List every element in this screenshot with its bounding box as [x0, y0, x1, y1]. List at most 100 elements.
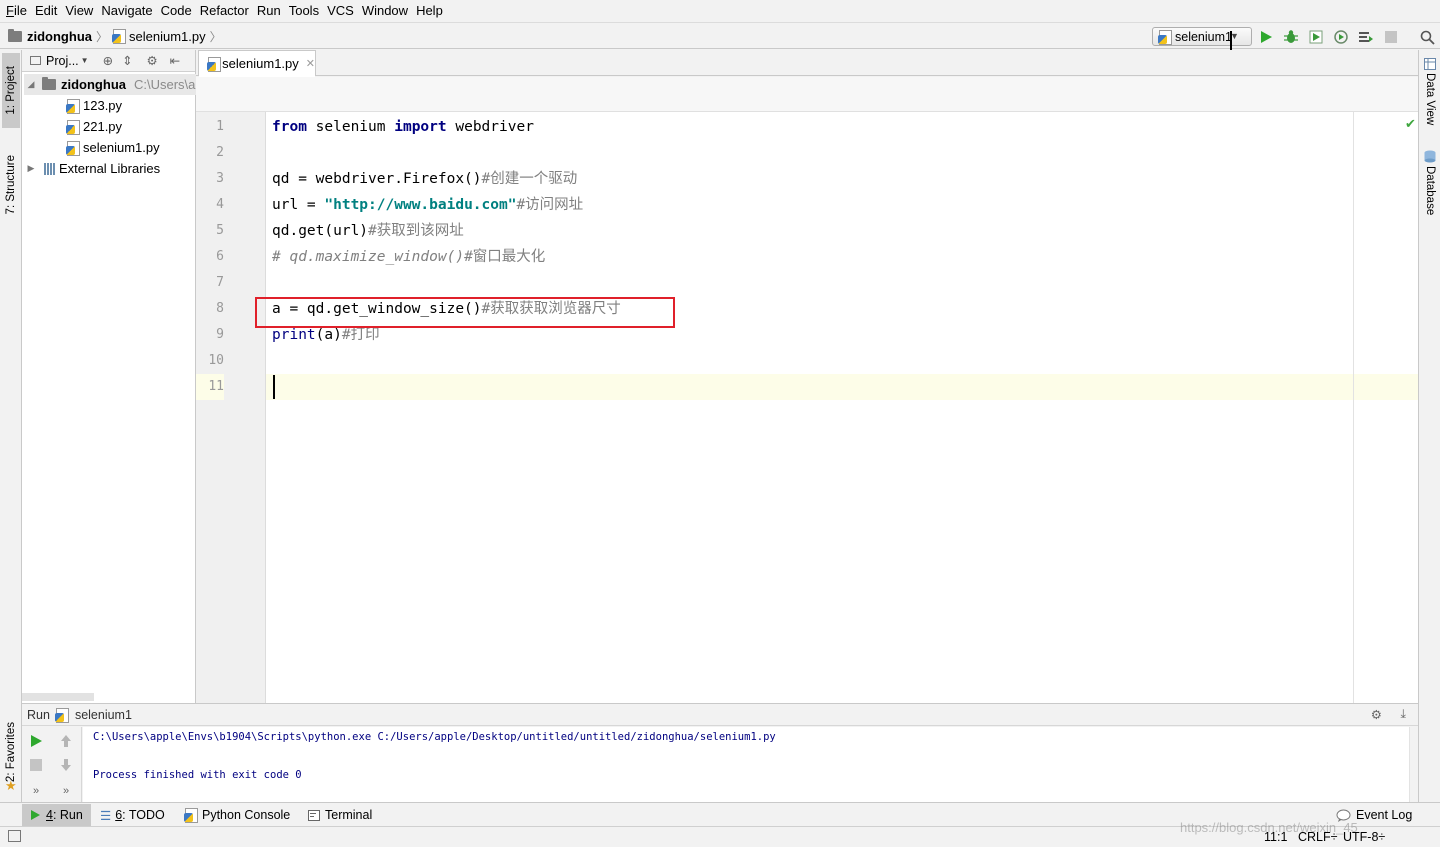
profile-icon[interactable] [1332, 28, 1350, 46]
tree-external-libraries-label: External Libraries [59, 161, 161, 176]
tab-todo-tool-label: : TODO [122, 808, 165, 822]
comment: #访问网址 [516, 197, 584, 213]
more-actions-icon[interactable]: » [26, 781, 46, 801]
search-everywhere-icon[interactable] [1418, 28, 1436, 46]
right-margin-guide [1353, 112, 1354, 703]
scroll-down-icon[interactable] [56, 755, 76, 775]
code-line-1: from selenium import webdriver [272, 114, 534, 140]
python-file-icon [54, 707, 69, 723]
tree-file[interactable]: selenium1.py [66, 137, 160, 158]
tab-data-view[interactable]: Data View [1421, 58, 1439, 125]
tab-project-tool[interactable]: 1: Project [2, 53, 20, 128]
menu-code[interactable]: Code [157, 0, 196, 22]
code-line-4: url = "http://www.baidu.com"#访问网址 [272, 192, 583, 218]
stop-icon[interactable] [26, 755, 46, 775]
breadcrumb-separator-icon: 〉 [96, 29, 109, 44]
annotation-highlight-box [255, 297, 675, 328]
run-icon[interactable] [1257, 28, 1275, 46]
line-number: 10 [208, 353, 224, 368]
tree-file[interactable]: 123.py [66, 95, 122, 116]
run-panel-title: Run [27, 707, 50, 722]
comment: #打印 [341, 327, 380, 343]
menu-bar: File Edit View Navigate Code Refactor Ru… [0, 0, 1440, 22]
gear-icon[interactable]: ⚙ [147, 53, 158, 68]
scroll-up-icon[interactable] [56, 731, 76, 751]
tab-selenium1-label: selenium1.py [222, 56, 299, 71]
python-console-icon [184, 808, 198, 823]
dropdown-caret-icon: ▼ [80, 56, 89, 65]
tab-todo-tool[interactable]: ☰ 6: TODO [92, 804, 173, 826]
tool-window-toggle-icon[interactable] [8, 830, 21, 842]
menu-file[interactable]: File [2, 0, 31, 22]
tree-root-name: zidonghua [61, 77, 126, 92]
editor-breadcrumb-strip [196, 77, 1418, 112]
coverage-icon[interactable] [1307, 28, 1325, 46]
menu-window[interactable]: Window [358, 0, 412, 22]
library-icon [44, 162, 55, 175]
text-caret [273, 375, 275, 399]
line-number: 4 [216, 197, 224, 212]
code-text: (a) [315, 327, 342, 343]
locate-icon[interactable]: ⊕ [103, 53, 113, 68]
line-number: 11 [196, 374, 224, 400]
tree-root[interactable]: ◢ zidonghua C:\Users\a [24, 74, 196, 95]
line-number: 6 [216, 249, 224, 264]
menu-navigate[interactable]: Navigate [97, 0, 156, 22]
breadcrumb-project[interactable]: zidonghua [8, 23, 92, 49]
terminal-icon [308, 809, 320, 821]
tree-file[interactable]: 221.py [66, 116, 122, 137]
current-line-highlight [196, 374, 1418, 400]
comment: #获取到该网址 [368, 223, 464, 239]
tab-terminal[interactable]: Terminal [300, 804, 380, 826]
menu-tools[interactable]: Tools [285, 0, 323, 22]
tree-root-path: C:\Users\a [134, 77, 196, 92]
keyword: from [272, 119, 307, 135]
hide-panel-icon[interactable]: ⤓ [1400, 707, 1406, 722]
stop-icon[interactable] [1382, 28, 1400, 46]
tab-todo-tool-number: 6 [115, 808, 123, 822]
python-file-icon [66, 119, 80, 135]
debug-icon[interactable] [1282, 28, 1300, 46]
breadcrumb-separator-icon: 〉 [209, 29, 222, 44]
project-view-select[interactable]: Proj... [46, 54, 79, 68]
line-number: 1 [216, 119, 224, 134]
tab-run-tool-label: : Run [52, 808, 83, 822]
code-line-6: # qd.maximize_window()#窗口最大化 [272, 244, 545, 270]
comment: # qd.maximize_window() [272, 249, 465, 265]
line-number: 5 [216, 223, 224, 238]
tab-selenium1[interactable]: selenium1.py ✕ [198, 50, 316, 77]
table-icon [1424, 58, 1436, 70]
concurrency-icon[interactable] [1357, 28, 1375, 46]
more-actions-icon[interactable]: » [56, 781, 76, 801]
tab-structure-tool-label: 7: Structure [5, 154, 17, 215]
todo-icon: ☰ [100, 808, 112, 823]
menu-refactor[interactable]: Refactor [196, 0, 253, 22]
gear-icon[interactable]: ⚙ [1371, 707, 1382, 722]
tree-file-label: 221.py [83, 119, 123, 134]
tab-database[interactable]: Database [1421, 150, 1439, 215]
tree-external-libraries[interactable]: ▶ External Libraries [24, 158, 161, 179]
close-icon[interactable]: ✕ [306, 57, 315, 70]
python-file-icon [1158, 29, 1172, 45]
menu-edit[interactable]: Edit [31, 0, 61, 22]
run-config-select[interactable]: selenium1 ▼ [1152, 27, 1252, 55]
menu-view[interactable]: View [61, 0, 97, 22]
tree-file-label: 123.py [83, 98, 123, 113]
console-scrollbar[interactable] [1409, 727, 1418, 802]
tab-python-console[interactable]: Python Console [176, 804, 298, 826]
code-editor[interactable]: 1 2 3 4 5 6 7 8 9 10 11 ✔ from selenium … [196, 112, 1418, 703]
horizontal-scrollbar[interactable] [22, 693, 94, 701]
code-text: qd.get(url) [272, 223, 369, 239]
menu-run[interactable]: Run [253, 0, 285, 22]
rerun-icon[interactable] [26, 731, 46, 751]
tab-run-tool[interactable]: 4: Run [22, 804, 91, 826]
menu-help[interactable]: Help [412, 0, 447, 22]
tab-structure-tool[interactable]: 7: Structure [2, 142, 20, 227]
line-number: 9 [216, 327, 224, 342]
run-console-output[interactable]: C:\Users\apple\Envs\b1904\Scripts\python… [83, 727, 1409, 802]
breadcrumb-file[interactable]: selenium1.py [112, 23, 206, 49]
menu-vcs[interactable]: VCS [323, 0, 358, 22]
console-command-line: C:\Users\apple\Envs\b1904\Scripts\python… [93, 731, 776, 743]
collapse-icon[interactable]: ⇕ [122, 53, 132, 68]
hide-panel-icon[interactable]: ⇤ [170, 53, 180, 68]
